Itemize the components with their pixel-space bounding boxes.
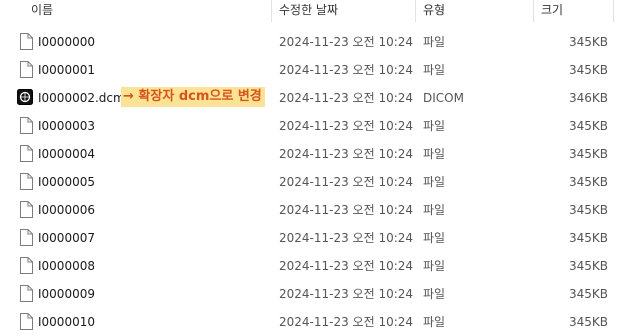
sort-ascending-icon[interactable]: ^: [143, 0, 151, 2]
file-name: I0000002.dcm: [38, 91, 125, 105]
file-row[interactable]: I0000003 2024-11-23 오전 10:24 파일 345KB: [0, 112, 619, 140]
file-date-modified: 2024-11-23 오전 10:24: [279, 175, 414, 189]
file-row[interactable]: I0000005 2024-11-23 오전 10:24 파일 345KB: [0, 168, 619, 196]
file-name: I0000005: [38, 175, 95, 189]
file-type: 파일: [423, 259, 446, 273]
column-divider[interactable]: [271, 0, 272, 22]
file-name: I0000004: [38, 147, 95, 161]
file-date-modified: 2024-11-23 오전 10:24: [279, 315, 414, 329]
file-row[interactable]: I0000008 2024-11-23 오전 10:24 파일 345KB: [0, 252, 619, 280]
file-type: 파일: [423, 315, 446, 329]
file-date-modified: 2024-11-23 오전 10:24: [279, 287, 414, 301]
column-header-date-modified[interactable]: 수정한 날짜: [279, 0, 338, 22]
file-date-modified: 2024-11-23 오전 10:24: [279, 147, 414, 161]
file-type: 파일: [423, 35, 446, 49]
file-date-modified: 2024-11-23 오전 10:24: [279, 259, 414, 273]
file-date-modified: 2024-11-23 오전 10:24: [279, 63, 414, 77]
file-icon: [20, 117, 33, 134]
file-date-modified: 2024-11-23 오전 10:24: [279, 231, 414, 245]
file-name: I0000009: [38, 287, 95, 301]
file-row[interactable]: I0000009 2024-11-23 오전 10:24 파일 345KB: [0, 280, 619, 308]
file-type: 파일: [423, 119, 446, 133]
file-date-modified: 2024-11-23 오전 10:24: [279, 35, 414, 49]
file-icon: [20, 145, 33, 162]
file-row[interactable]: I0000000 2024-11-23 오전 10:24 파일 345KB: [0, 28, 619, 56]
file-icon: [20, 285, 33, 302]
file-size: 345KB: [568, 175, 608, 189]
file-name: I0000000: [38, 35, 95, 49]
file-name: I0000007: [38, 231, 95, 245]
file-size: 345KB: [568, 231, 608, 245]
file-type: DICOM: [423, 91, 464, 105]
rename-annotation-label: → 확장자 dcm으로 변경: [121, 87, 265, 107]
file-name: I0000001: [38, 63, 95, 77]
column-divider[interactable]: [415, 0, 416, 22]
file-name: I0000003: [38, 119, 95, 133]
column-header-size[interactable]: 크기: [541, 0, 563, 22]
file-size: 345KB: [568, 287, 608, 301]
file-date-modified: 2024-11-23 오전 10:24: [279, 119, 414, 133]
file-row[interactable]: I0000001 2024-11-23 오전 10:24 파일 345KB: [0, 56, 619, 84]
file-row[interactable]: I0000010 2024-11-23 오전 10:24 파일 345KB: [0, 308, 619, 336]
file-icon: [20, 33, 33, 50]
column-header-name[interactable]: 이름: [31, 0, 53, 22]
file-type: 파일: [423, 203, 446, 217]
file-size: 345KB: [568, 147, 608, 161]
file-name: I0000008: [38, 259, 95, 273]
file-type: 파일: [423, 287, 446, 301]
column-header-type[interactable]: 유형: [423, 0, 445, 22]
file-size: 345KB: [568, 315, 608, 329]
file-date-modified: 2024-11-23 오전 10:24: [279, 91, 414, 105]
dicom-file-icon: [17, 89, 33, 105]
file-row[interactable]: I0000007 2024-11-23 오전 10:24 파일 345KB: [0, 224, 619, 252]
file-size: 345KB: [568, 203, 608, 217]
file-type: 파일: [423, 175, 446, 189]
file-type: 파일: [423, 63, 446, 77]
file-icon: [20, 257, 33, 274]
file-size: 345KB: [568, 259, 608, 273]
file-row[interactable]: I0000002.dcm → 확장자 dcm으로 변경 2024-11-23 오…: [0, 84, 619, 112]
file-row[interactable]: I0000006 2024-11-23 오전 10:24 파일 345KB: [0, 196, 619, 224]
file-icon: [20, 173, 33, 190]
file-type: 파일: [423, 147, 446, 161]
file-size: 345KB: [568, 119, 608, 133]
file-icon: [20, 61, 33, 78]
file-row[interactable]: I0000004 2024-11-23 오전 10:24 파일 345KB: [0, 140, 619, 168]
file-icon: [20, 201, 33, 218]
column-divider[interactable]: [533, 0, 534, 22]
file-type: 파일: [423, 231, 446, 245]
file-size: 345KB: [568, 63, 608, 77]
file-size: 346KB: [568, 91, 608, 105]
file-icon: [20, 229, 33, 246]
file-date-modified: 2024-11-23 오전 10:24: [279, 203, 414, 217]
file-name: I0000010: [38, 315, 95, 329]
file-icon: [20, 313, 33, 330]
column-header-bar: ^ 이름 수정한 날짜 유형 크기: [0, 0, 619, 22]
column-divider[interactable]: [613, 0, 614, 22]
file-size: 345KB: [568, 35, 608, 49]
file-name: I0000006: [38, 203, 95, 217]
